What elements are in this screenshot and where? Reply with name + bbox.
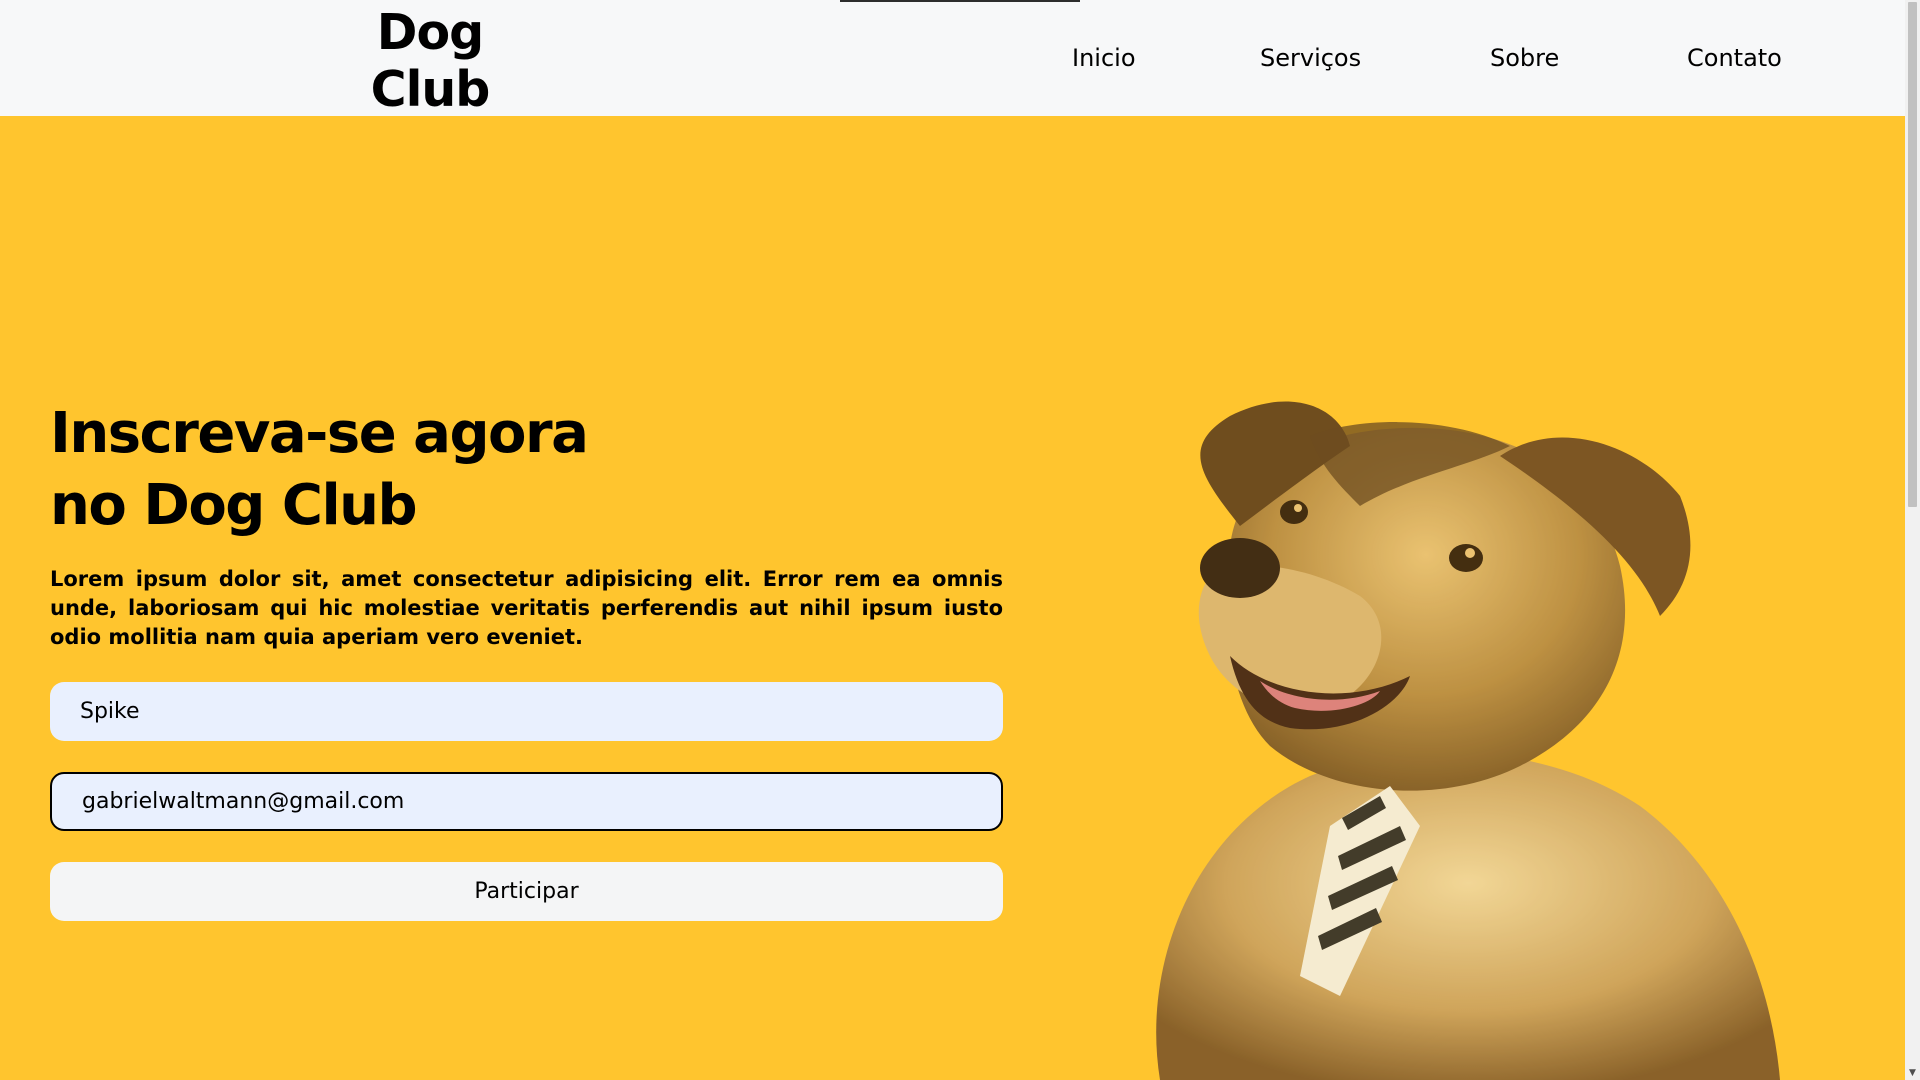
email-input[interactable] xyxy=(50,772,1003,831)
page-scrollbar[interactable]: ▼ xyxy=(1905,0,1920,1080)
participar-button[interactable]: Participar xyxy=(50,862,1003,921)
dog-photo xyxy=(1080,356,1800,1080)
hero-headline-line-1: Inscreva-se agora xyxy=(50,401,589,466)
nav-link-servicos[interactable]: Serviços xyxy=(1260,44,1361,76)
chevron-down-icon[interactable]: ▼ xyxy=(1907,1066,1918,1080)
brand-logo[interactable]: Dog Club xyxy=(370,4,491,118)
hero-headline-line-2: no Dog Club xyxy=(50,473,418,538)
name-input[interactable] xyxy=(50,682,1003,741)
nav-link-sobre[interactable]: Sobre xyxy=(1490,44,1559,76)
nav-link-inicio[interactable]: Inicio xyxy=(1072,44,1136,76)
scrollbar-thumb[interactable] xyxy=(1908,2,1917,507)
top-indicator xyxy=(840,0,1080,2)
hero-section: Inscreva-se agora no Dog Club Lorem ipsu… xyxy=(0,116,1905,1080)
hero-description: Lorem ipsum dolor sit, amet consectetur … xyxy=(50,567,1003,649)
hero-headline: Inscreva-se agora no Dog Club xyxy=(50,398,750,542)
nav-link-contato[interactable]: Contato xyxy=(1687,44,1782,76)
top-navbar: Dog Club Inicio Serviços Sobre Contato xyxy=(0,0,1905,118)
